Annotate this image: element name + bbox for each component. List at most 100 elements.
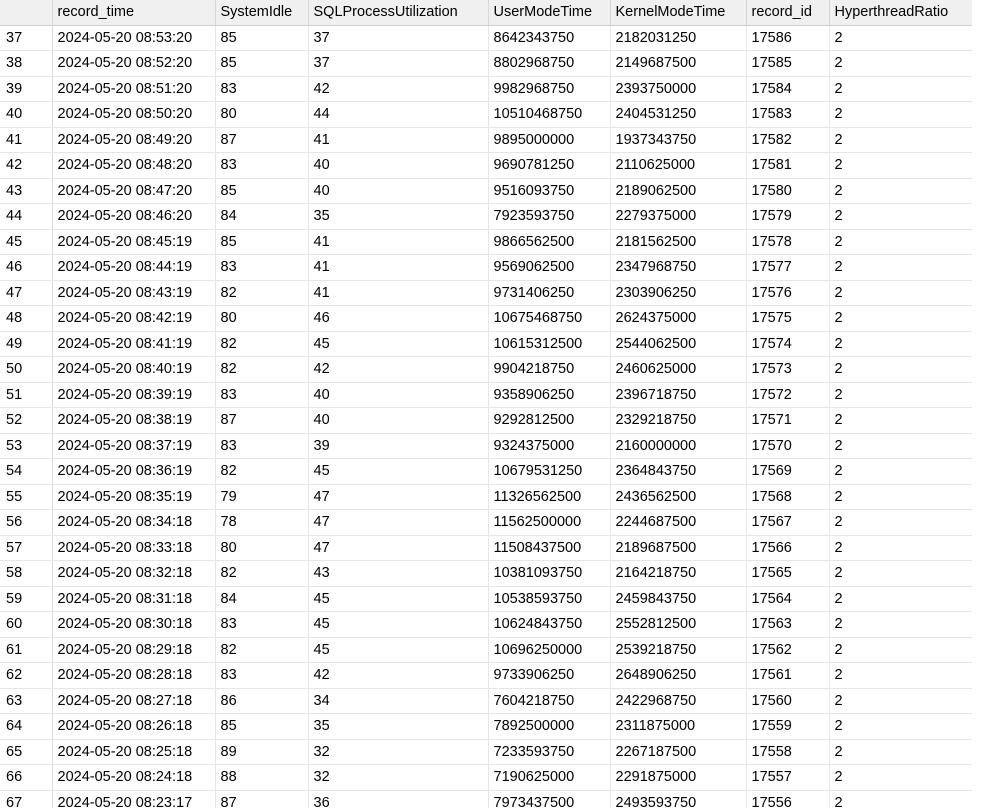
- cell-user-mode-time[interactable]: 10615312500: [488, 331, 611, 357]
- cell-hyperthread-ratio[interactable]: 2: [829, 790, 973, 808]
- cell-record-id[interactable]: 17556: [746, 790, 830, 808]
- column-header-system-idle[interactable]: SystemIdle: [215, 0, 309, 26]
- cell-sql-process-utilization[interactable]: 41: [308, 127, 489, 153]
- cell-sql-process-utilization[interactable]: 35: [308, 713, 489, 740]
- cell-hyperthread-ratio[interactable]: 2: [829, 433, 973, 459]
- cell-sql-process-utilization[interactable]: 36: [308, 790, 489, 808]
- cell-record-time[interactable]: 2024-05-20 08:44:19: [52, 254, 216, 281]
- cell-system-idle[interactable]: 87: [215, 407, 309, 434]
- cell-kernel-mode-time[interactable]: 2364843750: [610, 458, 747, 485]
- cell-kernel-mode-time[interactable]: 2396718750: [610, 382, 747, 408]
- cell-user-mode-time[interactable]: 7892500000: [488, 713, 611, 740]
- table-row[interactable]: 47 2024-05-20 08:43:19 82 41 9731406250 23039…: [0, 280, 973, 306]
- cell-system-idle[interactable]: 82: [215, 637, 309, 663]
- cell-record-id[interactable]: 17580: [746, 178, 830, 204]
- cell-kernel-mode-time[interactable]: 2189687500: [610, 535, 747, 561]
- cell-kernel-mode-time[interactable]: 2181562500: [610, 229, 747, 255]
- cell-hyperthread-ratio[interactable]: 2: [829, 586, 973, 612]
- cell-record-id[interactable]: 17584: [746, 76, 830, 102]
- cell-record-time[interactable]: 2024-05-20 08:42:19: [52, 305, 216, 332]
- table-row[interactable]: 46 2024-05-20 08:44:19 83 41 9569062500 23479…: [0, 254, 973, 281]
- cell-sql-process-utilization[interactable]: 34: [308, 688, 489, 714]
- cell-user-mode-time[interactable]: 9731406250: [488, 280, 611, 306]
- cell-kernel-mode-time[interactable]: 2552812500: [610, 611, 747, 638]
- table-row[interactable]: 63 2024-05-20 08:27:18 86 34 7604218750 24229…: [0, 688, 973, 714]
- table-row[interactable]: 52 2024-05-20 08:38:19 87 40 9292812500 23292…: [0, 407, 973, 434]
- cell-hyperthread-ratio[interactable]: 2: [829, 739, 973, 765]
- cell-hyperthread-ratio[interactable]: 2: [829, 25, 973, 51]
- cell-system-idle[interactable]: 85: [215, 229, 309, 255]
- cell-record-id[interactable]: 17562: [746, 637, 830, 663]
- cell-system-idle[interactable]: 82: [215, 280, 309, 306]
- cell-record-id[interactable]: 17579: [746, 203, 830, 230]
- cell-record-id[interactable]: 17566: [746, 535, 830, 561]
- cell-record-time[interactable]: 2024-05-20 08:38:19: [52, 407, 216, 434]
- cell-kernel-mode-time[interactable]: 2244687500: [610, 509, 747, 536]
- cell-user-mode-time[interactable]: 9866562500: [488, 229, 611, 255]
- cell-kernel-mode-time[interactable]: 2544062500: [610, 331, 747, 357]
- cell-sql-process-utilization[interactable]: 45: [308, 637, 489, 663]
- table-row[interactable]: 43 2024-05-20 08:47:20 85 40 9516093750 21890…: [0, 178, 973, 204]
- cell-sql-process-utilization[interactable]: 32: [308, 764, 489, 791]
- cell-sql-process-utilization[interactable]: 45: [308, 611, 489, 638]
- cell-user-mode-time[interactable]: 11508437500: [488, 535, 611, 561]
- cell-record-id[interactable]: 17570: [746, 433, 830, 459]
- cell-sql-process-utilization[interactable]: 43: [308, 560, 489, 587]
- cell-record-id[interactable]: 17567: [746, 509, 830, 536]
- cell-kernel-mode-time[interactable]: 2436562500: [610, 484, 747, 510]
- row-number[interactable]: 55: [0, 484, 53, 510]
- table-row[interactable]: 42 2024-05-20 08:48:20 83 40 9690781250 21106…: [0, 152, 973, 179]
- cell-kernel-mode-time[interactable]: 2539218750: [610, 637, 747, 663]
- row-number[interactable]: 52: [0, 407, 53, 434]
- cell-record-id[interactable]: 17569: [746, 458, 830, 485]
- cell-record-id[interactable]: 17573: [746, 356, 830, 383]
- cell-sql-process-utilization[interactable]: 47: [308, 535, 489, 561]
- column-header-record-id[interactable]: record_id: [746, 0, 830, 26]
- table-row[interactable]: 54 2024-05-20 08:36:19 82 45 10679531250 2364…: [0, 458, 973, 485]
- cell-record-time[interactable]: 2024-05-20 08:29:18: [52, 637, 216, 663]
- cell-hyperthread-ratio[interactable]: 2: [829, 127, 973, 153]
- row-number[interactable]: 64: [0, 713, 53, 740]
- row-number[interactable]: 63: [0, 688, 53, 714]
- row-number[interactable]: 50: [0, 356, 53, 383]
- cell-record-time[interactable]: 2024-05-20 08:35:19: [52, 484, 216, 510]
- cell-hyperthread-ratio[interactable]: 2: [829, 101, 973, 128]
- cell-user-mode-time[interactable]: 10510468750: [488, 101, 611, 128]
- row-number[interactable]: 62: [0, 662, 53, 689]
- cell-user-mode-time[interactable]: 9324375000: [488, 433, 611, 459]
- cell-hyperthread-ratio[interactable]: 2: [829, 458, 973, 485]
- cell-system-idle[interactable]: 85: [215, 178, 309, 204]
- cell-user-mode-time[interactable]: 9292812500: [488, 407, 611, 434]
- cell-sql-process-utilization[interactable]: 45: [308, 586, 489, 612]
- cell-hyperthread-ratio[interactable]: 2: [829, 356, 973, 383]
- table-row[interactable]: 57 2024-05-20 08:33:18 80 47 11508437500 2189…: [0, 535, 973, 561]
- row-number[interactable]: 38: [0, 50, 53, 77]
- row-number[interactable]: 58: [0, 560, 53, 587]
- cell-user-mode-time[interactable]: 10624843750: [488, 611, 611, 638]
- cell-kernel-mode-time[interactable]: 2182031250: [610, 25, 747, 51]
- cell-hyperthread-ratio[interactable]: 2: [829, 178, 973, 204]
- table-row[interactable]: 60 2024-05-20 08:30:18 83 45 10624843750 2552…: [0, 611, 973, 638]
- table-row[interactable]: 62 2024-05-20 08:28:18 83 42 9733906250 26489…: [0, 662, 973, 689]
- cell-record-time[interactable]: 2024-05-20 08:45:19: [52, 229, 216, 255]
- cell-sql-process-utilization[interactable]: 40: [308, 152, 489, 179]
- cell-kernel-mode-time[interactable]: 2329218750: [610, 407, 747, 434]
- row-number[interactable]: 41: [0, 127, 53, 153]
- table-row[interactable]: 58 2024-05-20 08:32:18 82 43 10381093750 2164…: [0, 560, 973, 587]
- cell-user-mode-time[interactable]: 9733906250: [488, 662, 611, 689]
- cell-hyperthread-ratio[interactable]: 2: [829, 688, 973, 714]
- cell-hyperthread-ratio[interactable]: 2: [829, 764, 973, 791]
- cell-kernel-mode-time[interactable]: 2311875000: [610, 713, 747, 740]
- cell-hyperthread-ratio[interactable]: 2: [829, 331, 973, 357]
- cell-hyperthread-ratio[interactable]: 2: [829, 560, 973, 587]
- cell-record-time[interactable]: 2024-05-20 08:37:19: [52, 433, 216, 459]
- cell-sql-process-utilization[interactable]: 41: [308, 229, 489, 255]
- cell-hyperthread-ratio[interactable]: 2: [829, 484, 973, 510]
- cell-user-mode-time[interactable]: 10696250000: [488, 637, 611, 663]
- cell-record-id[interactable]: 17578: [746, 229, 830, 255]
- cell-record-time[interactable]: 2024-05-20 08:49:20: [52, 127, 216, 153]
- row-number[interactable]: 60: [0, 611, 53, 638]
- cell-sql-process-utilization[interactable]: 42: [308, 662, 489, 689]
- cell-system-idle[interactable]: 87: [215, 790, 309, 808]
- cell-record-time[interactable]: 2024-05-20 08:25:18: [52, 739, 216, 765]
